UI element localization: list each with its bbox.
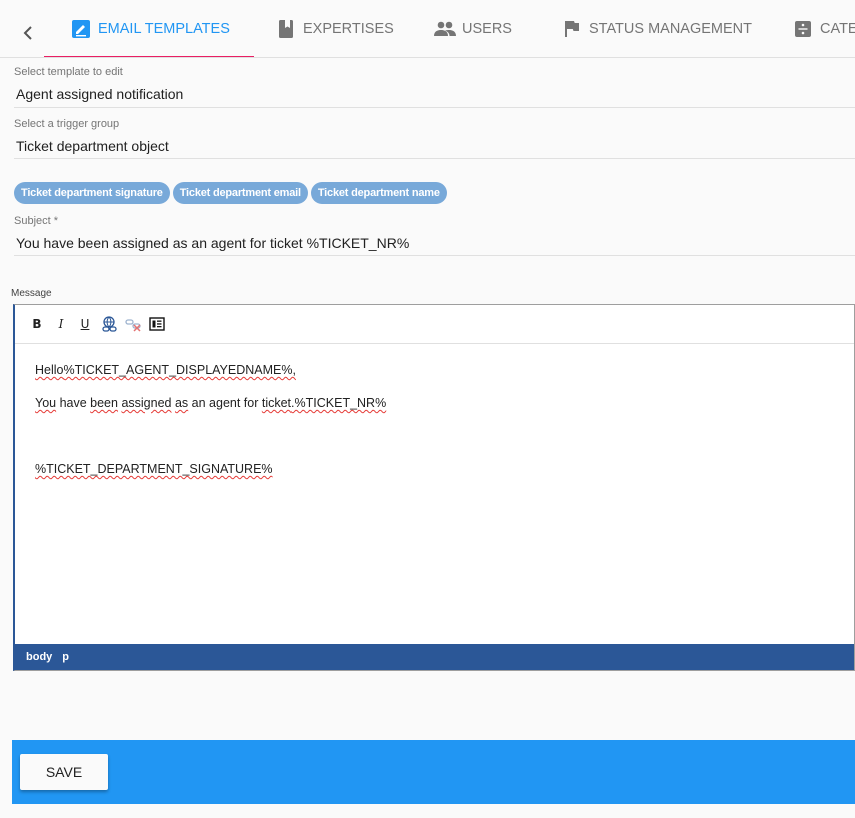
editor-content[interactable]: Hello%TICKET_AGENT_DISPLAYEDNAME%, You h… <box>15 344 854 644</box>
spell-error-word: %TICKET_AGENT_DISPLAYEDNAME%, <box>63 363 296 377</box>
divider <box>14 158 855 159</box>
source-icon <box>149 317 165 331</box>
chevron-left-icon <box>23 26 32 40</box>
subject-label: Subject * <box>14 215 59 227</box>
spell-error-word: as <box>174 396 189 410</box>
trigger-group-value[interactable]: Ticket department object <box>14 138 855 154</box>
link-icon <box>101 315 117 332</box>
source-button[interactable] <box>147 314 167 334</box>
spell-error-word: Hello <box>35 363 64 377</box>
subject-input[interactable]: You have been assigned as an agent for t… <box>14 235 855 251</box>
text-run: an agent for <box>188 396 262 410</box>
people-icon <box>434 18 456 40</box>
chip-ticket-department-signature[interactable]: Ticket department signature <box>14 182 170 204</box>
divider <box>14 107 855 108</box>
spell-error-word: assigned <box>121 396 172 410</box>
spell-error-word: been <box>90 396 118 410</box>
message-editor: B I U Hello%TICKET_AGENT_DISPLAYEDNAME%,… <box>13 304 855 671</box>
spell-error-word: .%TICKET_NR% <box>291 396 387 410</box>
category-icon <box>792 18 814 40</box>
chip-ticket-department-name[interactable]: Ticket department name <box>310 182 447 204</box>
path-p[interactable]: p <box>62 651 69 663</box>
bold-button[interactable]: B <box>27 314 47 334</box>
tab-users[interactable]: USERS <box>434 0 512 57</box>
template-select-label: Select template to edit <box>14 66 123 78</box>
spell-error-word: ticket <box>261 396 292 410</box>
tab-categories[interactable]: CATEG <box>792 0 855 57</box>
underline-button[interactable]: U <box>75 314 95 334</box>
tab-label: EXPERTISES <box>303 21 394 37</box>
tab-bar: EMAIL TEMPLATES EXPERTISES USERS STATUS … <box>0 0 855 58</box>
tab-status-management[interactable]: STATUS MANAGEMENT <box>561 0 752 57</box>
email-edit-icon <box>70 18 92 40</box>
tab-email-templates[interactable]: EMAIL TEMPLATES <box>44 0 254 57</box>
spell-error-word: You <box>35 396 57 410</box>
action-bar: SAVE <box>12 740 855 804</box>
tab-scroll-left-button[interactable] <box>14 20 42 46</box>
tab-label: STATUS MANAGEMENT <box>589 21 752 37</box>
tab-label: USERS <box>462 21 512 37</box>
message-line-body: You have been assigned as an agent for t… <box>35 397 854 410</box>
tab-label: EMAIL TEMPLATES <box>98 21 230 37</box>
italic-button[interactable]: I <box>51 314 71 334</box>
tab-label: CATEG <box>820 21 855 37</box>
editor-element-path: body p <box>15 644 854 670</box>
tab-expertises[interactable]: EXPERTISES <box>275 0 394 57</box>
message-line-empty <box>35 430 854 443</box>
message-line-signature: %TICKET_DEPARTMENT_SIGNATURE% <box>35 463 854 476</box>
trigger-group-select[interactable]: Select a trigger group Ticket department… <box>14 118 855 160</box>
unlink-button[interactable] <box>123 314 143 334</box>
book-icon <box>275 18 297 40</box>
divider <box>14 255 855 256</box>
text-run: have <box>56 396 91 410</box>
link-button[interactable] <box>99 314 119 334</box>
subject-field[interactable]: Subject * You have been assigned as an a… <box>14 215 855 257</box>
editor-toolbar: B I U <box>15 305 854 344</box>
unlink-icon <box>124 318 141 332</box>
spell-error-word: %TICKET_DEPARTMENT_SIGNATURE% <box>35 462 273 476</box>
trigger-group-label: Select a trigger group <box>14 118 120 130</box>
message-label: Message <box>11 288 52 299</box>
template-select-value[interactable]: Agent assigned notification <box>14 86 855 102</box>
message-line-greeting: Hello%TICKET_AGENT_DISPLAYEDNAME%, <box>35 364 854 377</box>
placeholder-chips: Ticket department signature Ticket depar… <box>14 182 447 204</box>
flag-icon <box>561 18 583 40</box>
chip-ticket-department-email[interactable]: Ticket department email <box>172 182 308 204</box>
save-button[interactable]: SAVE <box>20 754 108 790</box>
path-body[interactable]: body <box>26 651 52 663</box>
template-select[interactable]: Select template to edit Agent assigned n… <box>14 66 855 108</box>
